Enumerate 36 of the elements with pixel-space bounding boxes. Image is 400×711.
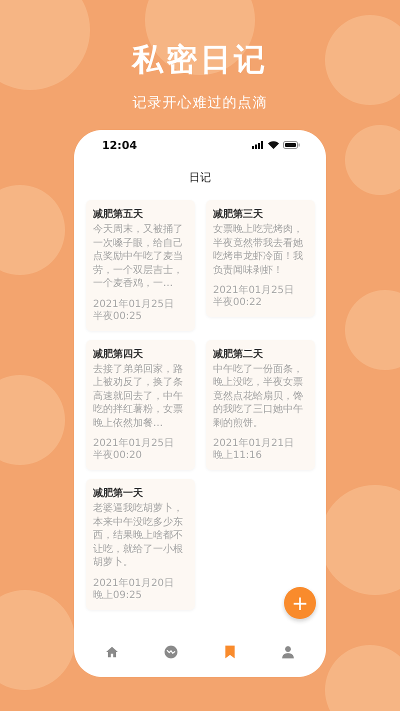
app-subtitle: 记录开心难过的点滴 [132,94,268,112]
entry-time: 半夜00:22 [213,297,262,309]
entry-date: 2021年01月25日 [213,285,294,296]
entry-time: 半夜00:25 [93,310,142,322]
screen-title: 日记 [188,170,212,185]
bookmark-icon [224,645,236,659]
entry-text: 女票晚上吃完烤肉，半夜竟然带我去看她吃烤串龙虾冷面！我负责闻味剥虾！ [213,223,304,277]
diary-card[interactable]: 减肥第一天 老婆逼我吃胡萝卜，本来中午没吃多少东西，结果晚上啥都不让吃，就给了一小根胡萝卜。 2021年01月20日 晚上09:25 [86,479,195,610]
entry-time: 晚上09:25 [93,590,142,602]
entry-date: 2021年01月25日 [93,298,174,310]
wifi-icon [268,141,279,149]
entry-date: 2021年01月25日 [93,438,174,450]
entry-date: 2021年01月21日 [213,438,294,450]
entry-text: 去接了弟弟回家，路上被劝反了，换了条高速就回去了，中午吃的拌红薯粉，女票晚上依然加餐… [93,362,184,430]
entry-text: 老婆逼我吃胡萝卜，本来中午没吃多少东西，结果晚上啥都不让吃，就给了一小根胡萝卜。 [93,502,184,570]
entry-title: 减肥第四天 [93,348,144,362]
diary-card[interactable]: 减肥第四天 去接了弟弟回家，路上被劝反了，换了条高速就回去了，中午吃的拌红薯粉，女票晚上依然加餐… 2021年01月25日 半夜00:20 [86,340,195,470]
diary-card[interactable]: 减肥第二天 中午吃了一份面条，晚上没吃，半夜女票竟然点花蛤扇贝，馋的我吃了三口她中午剩的煎饼。 2021年01月21日 晚上11:16 [206,340,315,470]
battery-icon [283,141,300,149]
entry-title: 减肥第五天 [93,208,144,222]
status-time: 12:04 [102,138,138,152]
entry-title: 减肥第三天 [213,208,264,222]
entry-text: 中午吃了一份面条，晚上没吃，半夜女票竟然点花蛤扇贝，馋的我吃了三口她中午剩的煎饼。 [213,362,304,430]
signal-icon [252,141,264,149]
diary-card[interactable]: 减肥第三天 女票晚上吃完烤肉，半夜竟然带我去看她吃烤串龙虾冷面！我负责闻味剥虾！ 2021年01月25日 半夜00:22 [206,200,315,317]
entry-title: 减肥第二天 [213,348,264,362]
entry-time: 半夜00:20 [93,450,142,462]
entry-text: 今天周末，又被捅了一次嗓子眼，给自己点奖励中午吃了麦当劳，一个双层吉士，一个麦香鸡，一… [93,223,184,290]
home-icon [104,645,119,659]
entry-time: 晚上11:16 [213,450,262,462]
app-title: 私密日记 [132,41,268,80]
diary-card[interactable]: 减肥第五天 今天周末，又被捅了一次嗓子眼，给自己点奖励中午吃了麦当劳，一个双层吉士，一个麦香鸡，一… 2021年01月25日 半夜00:25 [86,200,195,330]
person-icon [281,645,296,659]
trend-icon [164,645,178,659]
entry-date: 2021年01月20日 [93,578,174,590]
entry-title: 减肥第一天 [93,487,144,501]
